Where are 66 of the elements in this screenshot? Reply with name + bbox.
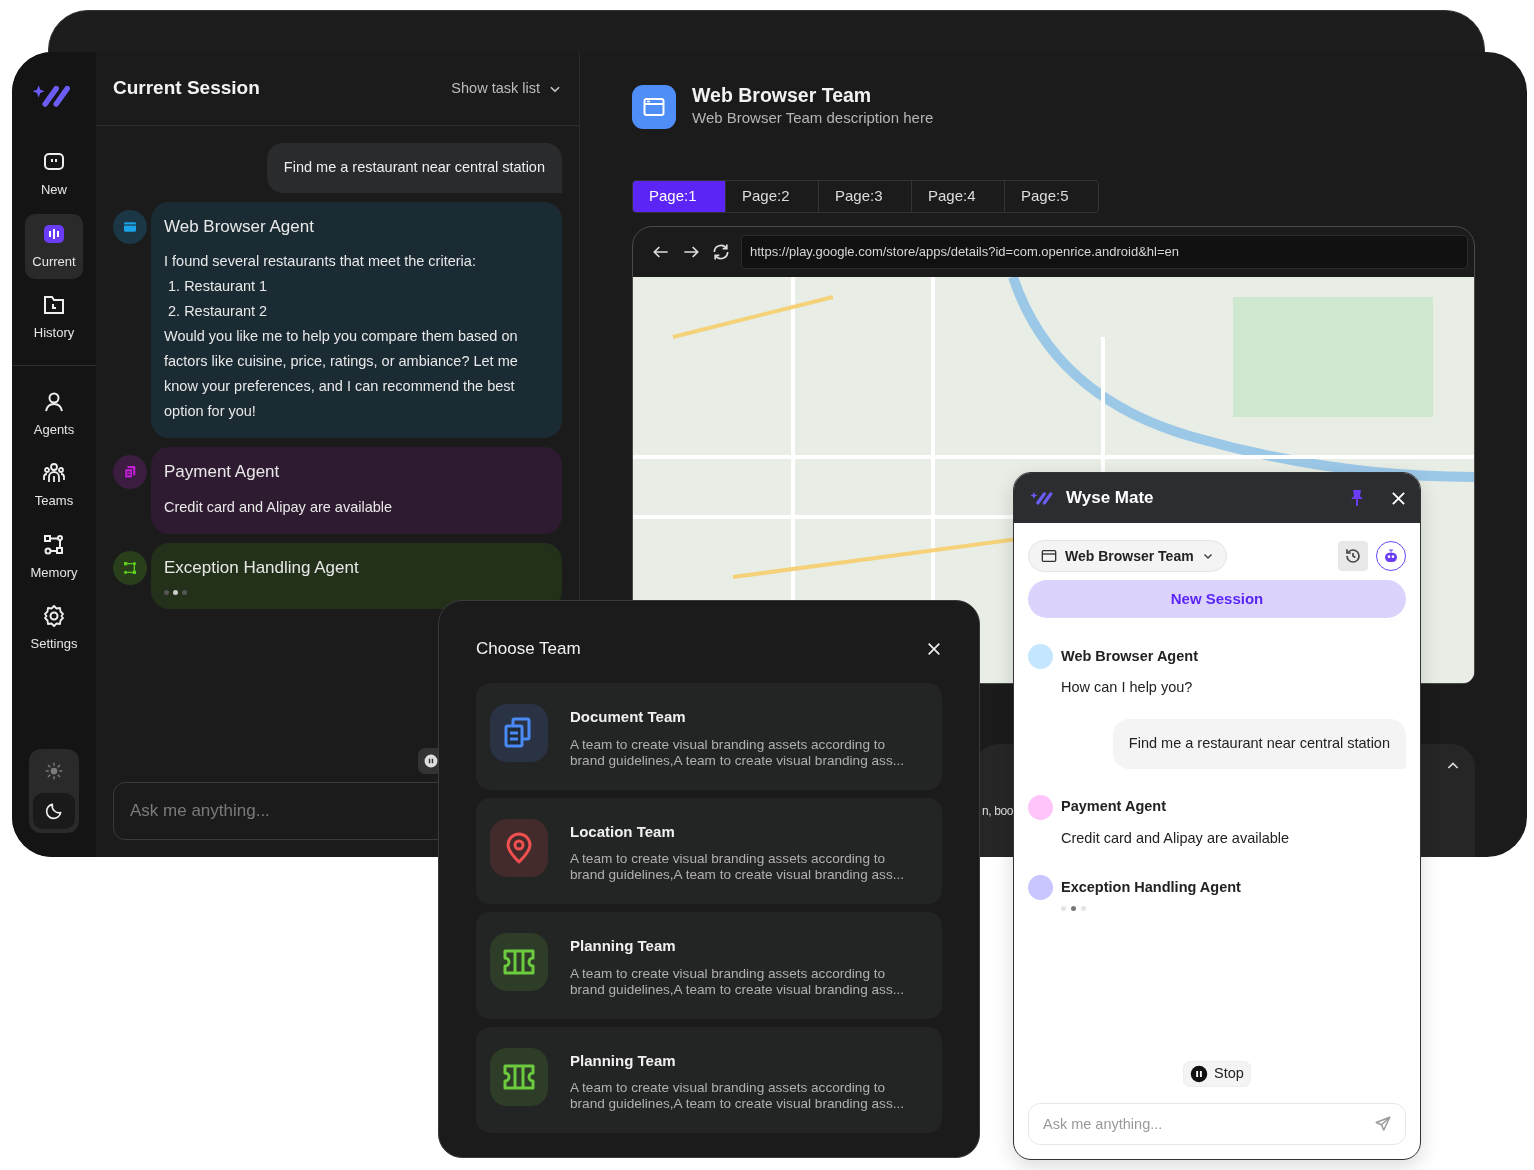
agent-name: Exception Handling Agent bbox=[164, 556, 360, 579]
page-tab[interactable]: Page:4 bbox=[912, 180, 1005, 212]
team-name: Web Browser Team bbox=[692, 84, 873, 108]
new-session-button[interactable]: New Session bbox=[1028, 580, 1406, 618]
team-description: A team to create visual branding assets according to brand guidelines,A team to create visual branding ass... bbox=[570, 1080, 905, 1113]
team-card[interactable]: Document Team A team to create visual branding assets according to brand guidelines,A team to create visual branding ass... bbox=[476, 683, 942, 790]
browser-window-icon bbox=[1041, 548, 1057, 564]
dark-mode-button[interactable] bbox=[33, 793, 75, 829]
page-tab[interactable]: Page:1 bbox=[633, 180, 726, 212]
settings-icon bbox=[42, 604, 66, 629]
team-card[interactable]: Planning Team A team to create visual branding assets according to brand guidelines,A team to create visual branding ass... bbox=[476, 1026, 942, 1134]
agent-name: Web Browser Agent bbox=[1061, 646, 1198, 666]
close-button[interactable] bbox=[1391, 490, 1406, 506]
agent-name: Web Browser Agent bbox=[164, 215, 315, 238]
close-icon bbox=[926, 641, 942, 658]
close-button[interactable] bbox=[926, 641, 942, 658]
stop-button[interactable]: Stop bbox=[1183, 1061, 1251, 1087]
url-field[interactable]: https://play.google.com/store/apps/details?id=com.openrice.android&hl=en bbox=[741, 234, 1468, 269]
pause-icon bbox=[1190, 1065, 1209, 1083]
dialog-title: Choose Team bbox=[476, 639, 581, 660]
message-text: 1. Restaurant 1 bbox=[167, 277, 269, 297]
team-name: Planning Team bbox=[570, 1050, 677, 1071]
team-name: Document Team bbox=[570, 707, 687, 728]
history-icon bbox=[1344, 547, 1362, 565]
page-tab[interactable]: Page:3 bbox=[819, 180, 912, 212]
team-description: Web Browser Team description here bbox=[692, 108, 934, 129]
panel-title: Wyse Mate bbox=[1066, 487, 1154, 509]
user-message: Find me a restaurant near central station bbox=[266, 143, 562, 193]
sidebar-item[interactable]: Memory bbox=[25, 524, 83, 591]
session-title: Current Session bbox=[113, 77, 260, 100]
message-text: 2. Restaurant 2 bbox=[167, 302, 269, 322]
task-list-toggle[interactable]: Show task list bbox=[451, 77, 562, 100]
agent-name: Exception Handling Agent bbox=[1061, 877, 1241, 897]
moon-icon bbox=[44, 801, 64, 821]
sidebar-item[interactable]: Teams bbox=[25, 453, 83, 519]
team-dropdown[interactable]: Web Browser Team bbox=[1028, 540, 1227, 572]
team-description: A team to create visual branding assets according to brand guidelines,A team to create visual branding ass... bbox=[570, 965, 905, 998]
team-card[interactable]: Planning Team A team to create visual branding assets according to brand guidelines,A team to create visual branding ass... bbox=[476, 912, 942, 1019]
agent-name: Payment Agent bbox=[164, 461, 281, 484]
sidebar-item[interactable]: New bbox=[25, 142, 83, 208]
user-message: Find me a restaurant near central station bbox=[1112, 718, 1406, 769]
sidebar-item[interactable]: Current bbox=[25, 213, 83, 280]
team-card[interactable]: Location Team A team to create visual branding assets according to brand guidelines,A team to create visual branding ass... bbox=[476, 797, 942, 905]
page-tab[interactable]: Page:5 bbox=[1005, 180, 1098, 212]
message-text: How can I help you? bbox=[1061, 678, 1194, 697]
history-button[interactable] bbox=[1338, 541, 1368, 571]
team-name: Planning Team bbox=[570, 936, 677, 957]
sidebar-item[interactable]: History bbox=[25, 285, 83, 351]
message-text: n, boo bbox=[982, 802, 1013, 820]
team-description: A team to create visual branding assets according to brand guidelines,A team to create visual branding ass... bbox=[570, 736, 905, 769]
assistant-button[interactable] bbox=[1376, 541, 1406, 571]
nodes-icon bbox=[42, 532, 66, 557]
message-text: Would you like me to help you compare them based on factors like cuisine, price, ratings, or ambiance? Let me know your preferences, and I can recommend the best option for you! bbox=[164, 327, 519, 422]
message-text: Credit card and Alipay are available bbox=[164, 497, 394, 517]
sidebar-item[interactable]: Agents bbox=[25, 381, 83, 448]
send-icon bbox=[1374, 1115, 1392, 1133]
agent-name: Payment Agent bbox=[1061, 797, 1166, 817]
message-text: Credit card and Alipay are available bbox=[1061, 828, 1291, 848]
team-name: Location Team bbox=[570, 821, 676, 842]
send-button[interactable] bbox=[1374, 1115, 1392, 1133]
message-text: I found several restaurants that meet the criteria: bbox=[164, 252, 477, 272]
page-tab[interactable]: Page:2 bbox=[726, 180, 819, 212]
team-description: A team to create visual branding assets according to brand guidelines,A team to create visual branding ass... bbox=[570, 851, 905, 884]
sidebar-item[interactable]: Settings bbox=[25, 596, 83, 662]
sun-icon bbox=[45, 762, 63, 780]
close-icon bbox=[1391, 490, 1406, 506]
